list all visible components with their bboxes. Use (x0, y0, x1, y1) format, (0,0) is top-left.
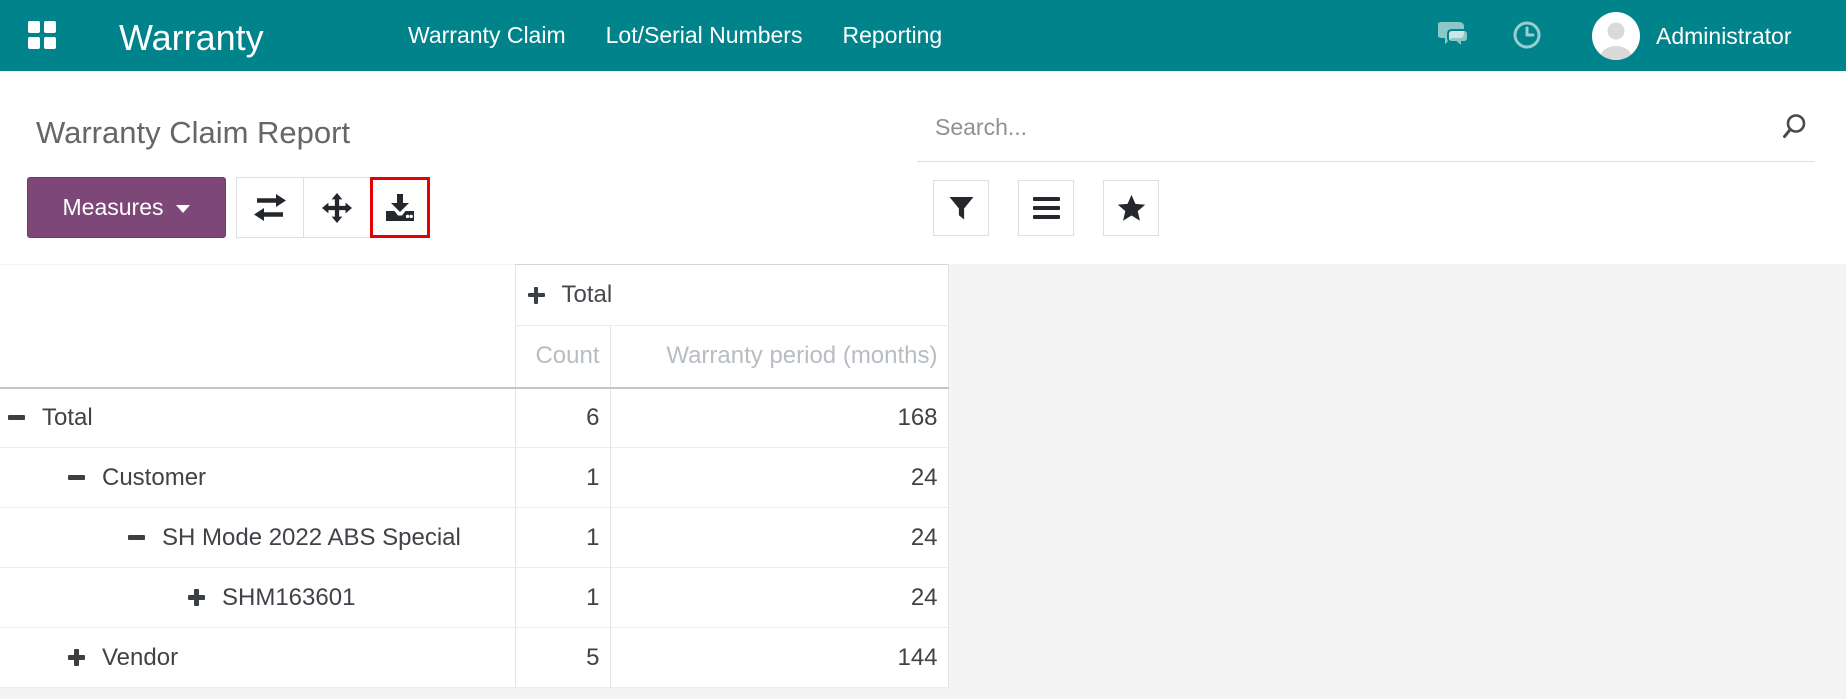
row-header-shm163601[interactable]: SHM163601 (0, 568, 515, 628)
row-header-customer[interactable]: Customer (0, 448, 515, 508)
flip-axis-button[interactable] (236, 177, 304, 238)
nav-item-lot-serial-numbers[interactable]: Lot/Serial Numbers (606, 22, 803, 49)
nav-item-warranty-claim[interactable]: Warranty Claim (408, 22, 566, 49)
measures-button[interactable]: Measures (27, 177, 226, 238)
column-group-label: Total (562, 281, 613, 309)
column-group-header-total[interactable]: Total (515, 265, 948, 326)
clock-icon (1512, 20, 1542, 50)
pivot-corner-cell (0, 265, 515, 326)
group-by-button[interactable] (1018, 180, 1074, 236)
table-row: Vendor 5 144 (0, 628, 948, 688)
pivot-toolbar (236, 177, 430, 238)
expand-row-icon[interactable] (68, 649, 85, 666)
measure-header-count[interactable]: Count (515, 326, 610, 388)
funnel-icon (949, 196, 974, 221)
apps-grid-icon (28, 21, 40, 33)
filters-button[interactable] (933, 180, 989, 236)
nav-item-reporting[interactable]: Reporting (842, 22, 942, 49)
row-label: Vendor (102, 644, 178, 672)
flip-axes-icon (254, 194, 286, 221)
collapse-row-icon[interactable] (8, 409, 25, 426)
app-window: Warranty Warranty Claim Lot/Serial Numbe… (0, 0, 1846, 699)
cell-count: 1 (515, 568, 610, 628)
row-label: Customer (102, 464, 206, 492)
collapse-row-icon[interactable] (68, 469, 85, 486)
pivot-table: Total Count Warranty period (months) Tot… (0, 264, 949, 688)
row-header-vendor[interactable]: Vendor (0, 628, 515, 688)
star-icon (1117, 194, 1146, 222)
cell-warranty-period: 168 (610, 388, 948, 448)
row-label: SH Mode 2022 ABS Special (162, 524, 461, 552)
apps-grid-icon (44, 37, 56, 49)
measure-header-warranty-period[interactable]: Warranty period (months) (610, 326, 948, 388)
cell-warranty-period: 24 (610, 448, 948, 508)
measures-button-label: Measures (63, 194, 164, 221)
row-label: Total (42, 404, 93, 432)
cell-warranty-period: 144 (610, 628, 948, 688)
navbar-menu: Warranty Claim Lot/Serial Numbers Report… (408, 0, 942, 71)
search-bar (917, 93, 1815, 162)
download-icon (386, 194, 414, 221)
search-toolbar (933, 180, 1159, 236)
expand-column-icon[interactable] (528, 287, 545, 304)
table-row: Total 6 168 (0, 388, 948, 448)
download-button[interactable] (370, 177, 430, 238)
chat-bubbles-icon (1438, 20, 1472, 50)
table-row: SH Mode 2022 ABS Special 1 24 (0, 508, 948, 568)
magnifier-icon[interactable] (1779, 112, 1809, 142)
search-input[interactable] (917, 93, 1779, 161)
cell-count: 6 (515, 388, 610, 448)
favorites-button[interactable] (1103, 180, 1159, 236)
app-brand-title: Warranty (119, 17, 264, 59)
table-row: Customer 1 24 (0, 448, 948, 508)
apps-grid-icon (28, 37, 40, 49)
measure-header-row: Count Warranty period (months) (0, 326, 948, 388)
navbar: Warranty Warranty Claim Lot/Serial Numbe… (0, 0, 1846, 71)
row-header-sh-mode-2022-abs-special[interactable]: SH Mode 2022 ABS Special (0, 508, 515, 568)
user-name: Administrator (1656, 23, 1791, 50)
pivot-corner-cell (0, 326, 515, 388)
row-label: SHM163601 (222, 584, 355, 612)
cell-count: 1 (515, 448, 610, 508)
cell-count: 5 (515, 628, 610, 688)
cell-count: 1 (515, 508, 610, 568)
expand-all-button[interactable] (303, 177, 371, 238)
column-group-header-row: Total (0, 265, 948, 326)
cell-warranty-period: 24 (610, 568, 948, 628)
expand-row-icon[interactable] (188, 589, 205, 606)
bars-icon (1033, 197, 1060, 220)
messaging-button[interactable] (1438, 20, 1472, 52)
cell-warranty-period: 24 (610, 508, 948, 568)
row-header-total[interactable]: Total (0, 388, 515, 448)
apps-menu-button[interactable] (28, 21, 58, 51)
user-menu[interactable]: Administrator (1592, 11, 1791, 61)
apps-grid-icon (44, 21, 56, 33)
collapse-row-icon[interactable] (128, 529, 145, 546)
caret-down-icon (176, 205, 190, 213)
expand-arrows-icon (322, 193, 352, 223)
table-row: SHM163601 1 24 (0, 568, 948, 628)
page-title: Warranty Claim Report (36, 115, 350, 151)
activity-button[interactable] (1512, 20, 1546, 52)
avatar (1592, 12, 1640, 60)
